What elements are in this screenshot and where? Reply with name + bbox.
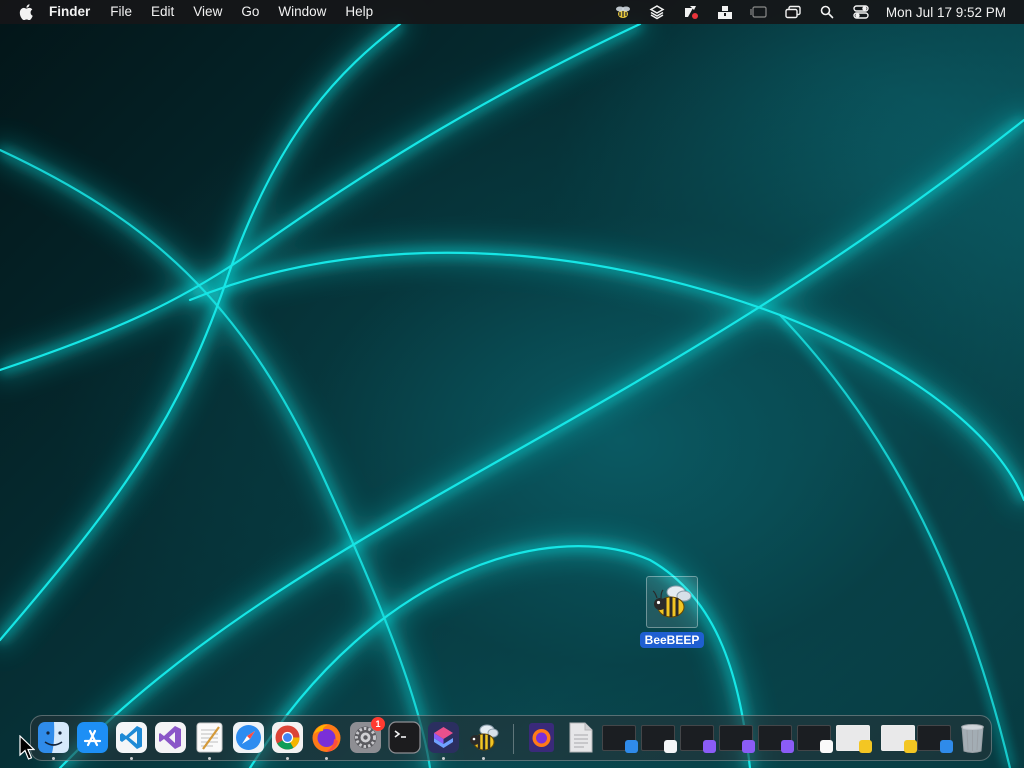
- menu-help[interactable]: Help: [345, 0, 373, 24]
- dock-system-settings[interactable]: 1: [349, 717, 385, 754]
- visual-studio-icon: [155, 722, 186, 753]
- running-indicator: [130, 757, 133, 760]
- dock-textedit[interactable]: [193, 721, 226, 760]
- notification-badge: 1: [371, 717, 385, 731]
- window-thumbnail-shortcuts[interactable]: [680, 725, 716, 753]
- vscode-icon: [116, 722, 147, 753]
- search-icon[interactable]: [818, 4, 836, 20]
- window-icon[interactable]: [784, 4, 802, 20]
- firefox-icon: [312, 724, 341, 752]
- running-indicator: [482, 757, 485, 760]
- firefox-folder-icon: [529, 723, 554, 752]
- bee-icon[interactable]: [646, 576, 698, 628]
- dock-beebeep[interactable]: [467, 721, 500, 760]
- bee-icon: [904, 740, 917, 753]
- menu-bar-clock[interactable]: Mon Jul 17 9:52 PM: [886, 5, 1006, 20]
- control-center-icon[interactable]: [852, 4, 870, 20]
- shortcuts-icon: [781, 740, 794, 753]
- dock-shortcuts[interactable]: [427, 721, 460, 760]
- document-icon: [569, 722, 593, 753]
- dock-trash[interactable]: [956, 721, 989, 754]
- menu-edit[interactable]: Edit: [151, 0, 174, 24]
- menu-file[interactable]: File: [110, 0, 132, 24]
- window-thumbnail-shortcuts-2[interactable]: [719, 725, 755, 753]
- dock-visual-studio[interactable]: [154, 721, 187, 754]
- tool-icon[interactable]: [682, 4, 700, 20]
- dock-vscode[interactable]: [115, 721, 148, 760]
- finder-icon: [38, 722, 69, 753]
- dock-app-store[interactable]: [76, 721, 109, 754]
- finder-icon: [940, 740, 953, 753]
- apple-menu-icon[interactable]: [19, 4, 33, 20]
- bee-icon: [859, 740, 872, 753]
- dock-stack-firefox[interactable]: [525, 721, 558, 754]
- menu-bar: Finder File Edit View Go Window Help Mon…: [0, 0, 1024, 24]
- dock-safari[interactable]: [232, 721, 265, 754]
- vscode-icon: [664, 740, 677, 753]
- menu-app-name[interactable]: Finder: [49, 0, 90, 24]
- screen-mirroring-icon[interactable]: [750, 4, 768, 20]
- menu-go[interactable]: Go: [241, 0, 259, 24]
- menu-view[interactable]: View: [193, 0, 222, 24]
- dock-document[interactable]: [564, 721, 597, 754]
- layers-icon[interactable]: [648, 4, 666, 20]
- dropbox-icon[interactable]: [716, 4, 734, 20]
- desktop-icon-label[interactable]: BeeBEEP: [639, 632, 705, 648]
- menu-window[interactable]: Window: [278, 0, 326, 24]
- window-thumbnail-beebeep-2[interactable]: [881, 725, 917, 753]
- running-indicator: [208, 757, 211, 760]
- window-thumbnail-beebeep[interactable]: [836, 725, 872, 753]
- shortcuts-icon: [428, 722, 459, 753]
- menu-bar-left: Finder File Edit View Go Window Help: [0, 0, 392, 24]
- dock: 1: [30, 715, 992, 761]
- textedit-icon: [820, 740, 833, 753]
- window-thumbnail-textedit[interactable]: [797, 725, 833, 753]
- dock-separator: [513, 724, 514, 754]
- dock-finder[interactable]: [37, 721, 70, 760]
- window-thumbnail-finder-2[interactable]: [917, 725, 953, 753]
- textedit-icon: [196, 722, 223, 753]
- running-indicator: [325, 757, 328, 760]
- window-thumbnail-shortcuts-3[interactable]: [758, 725, 794, 753]
- beebeep-icon[interactable]: [614, 4, 632, 20]
- menu-bar-status-area: Mon Jul 17 9:52 PM: [606, 0, 1024, 24]
- wallpaper-glow-lines: [0, 17, 1024, 768]
- dock-firefox[interactable]: [310, 721, 343, 760]
- dock-terminal[interactable]: [388, 721, 421, 754]
- running-indicator: [286, 757, 289, 760]
- shortcuts-icon: [742, 740, 755, 753]
- chrome-icon: [272, 722, 303, 753]
- running-indicator: [442, 757, 445, 760]
- window-thumbnail-finder[interactable]: [602, 725, 638, 753]
- safari-icon: [233, 722, 264, 753]
- window-thumbnail-vscode[interactable]: [641, 725, 677, 753]
- finder-icon: [625, 740, 638, 753]
- bee-icon: [470, 724, 499, 751]
- terminal-icon: [388, 721, 421, 754]
- mouse-cursor-icon: [19, 735, 35, 760]
- desktop-icon-beebeep[interactable]: BeeBEEP: [639, 576, 705, 656]
- app-store-icon: [77, 722, 108, 753]
- desktop-wallpaper: [0, 0, 1024, 768]
- dock-chrome[interactable]: [271, 721, 304, 760]
- trash-icon: [961, 724, 984, 753]
- running-indicator: [52, 757, 55, 760]
- shortcuts-icon: [703, 740, 716, 753]
